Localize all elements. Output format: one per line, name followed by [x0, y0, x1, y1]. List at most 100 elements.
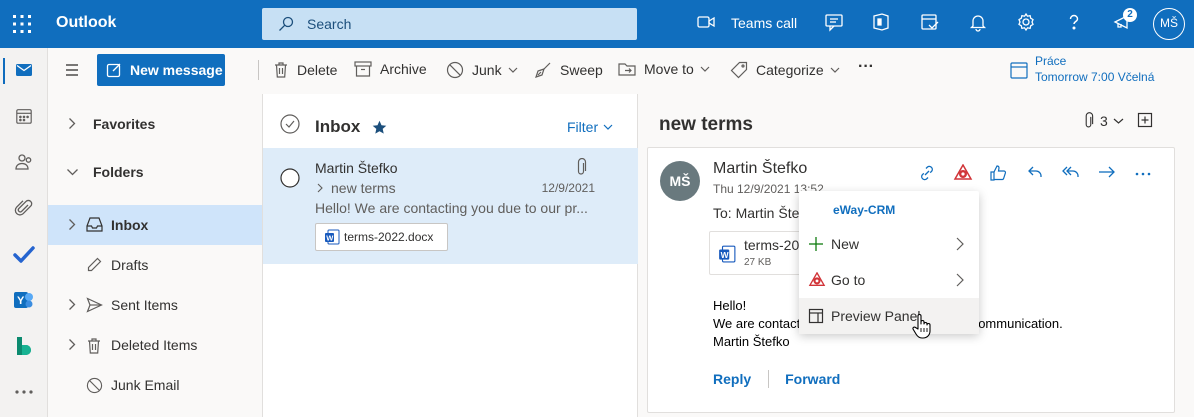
expand-icon[interactable] — [1137, 112, 1153, 128]
star-icon[interactable] — [372, 120, 387, 135]
folder-junk-email[interactable]: Junk Email — [48, 365, 262, 405]
menu-item-new[interactable]: New — [799, 226, 979, 262]
folder-label: Inbox — [111, 217, 149, 233]
mail-sender: Martin Štefko — [315, 160, 398, 176]
bell-icon[interactable] — [968, 12, 988, 32]
todo-app[interactable] — [0, 232, 48, 276]
word-doc-icon: W — [718, 245, 736, 263]
body-line-end: ommunication. — [978, 316, 1063, 331]
eway-crm-menu: eWay-CRM New Go to Preview Panel — [799, 191, 979, 334]
teams-call-icon[interactable] — [696, 12, 716, 32]
select-checkbox[interactable] — [280, 168, 300, 188]
menu-title: eWay-CRM — [833, 203, 896, 217]
chevron-right-icon — [68, 218, 76, 231]
message-list: Inbox Filter Martin Štefko new terms 12/… — [262, 94, 639, 417]
folders-group[interactable]: Folders — [48, 152, 262, 192]
reading-subject: new terms — [659, 114, 753, 135]
office-icon[interactable] — [871, 12, 891, 32]
folder-sent-items[interactable]: Sent Items — [48, 285, 262, 325]
yammer-app[interactable]: Y — [0, 278, 48, 322]
filter-button[interactable]: Filter — [567, 119, 613, 135]
broom-icon — [534, 61, 552, 79]
user-avatar[interactable]: MŠ — [1153, 8, 1185, 40]
favorites-label: Favorites — [93, 116, 156, 132]
folder-inbox[interactable]: Inbox — [48, 205, 262, 245]
sender-name[interactable]: Martin Štefko — [713, 160, 807, 178]
filter-label: Filter — [567, 119, 599, 135]
word-doc-icon: W — [324, 229, 340, 245]
mail-preview: Hello! We are contacting you due to our … — [315, 200, 588, 216]
plus-icon — [808, 236, 824, 252]
attachment-size: 27 KB — [744, 257, 772, 268]
files-app[interactable] — [0, 186, 48, 230]
divider — [258, 60, 259, 80]
more-apps[interactable] — [0, 370, 48, 414]
eway-icon[interactable] — [953, 164, 973, 182]
chevron-down-icon — [603, 124, 613, 130]
categorize-button[interactable]: Categorize — [730, 61, 840, 79]
folder-pane: Favorites Folders Inbox Drafts Sent Item… — [48, 94, 262, 417]
reply-link[interactable]: Reply — [713, 371, 751, 387]
yammer-icon: Y — [13, 289, 35, 311]
folder-label: Drafts — [111, 257, 149, 273]
more-label: ··· — [858, 58, 874, 75]
like-icon[interactable] — [989, 164, 1007, 182]
menu-item-go-to[interactable]: Go to — [799, 262, 979, 298]
search-box[interactable]: Search — [262, 8, 637, 40]
hamburger-icon[interactable] — [64, 63, 80, 77]
chevron-right-icon — [68, 298, 76, 311]
mail-date: 12/9/2021 — [541, 181, 595, 195]
archive-button[interactable]: Archive — [354, 61, 427, 77]
folder-label: Junk Email — [111, 377, 180, 393]
paperclip-icon — [575, 158, 587, 176]
block-icon — [86, 377, 103, 394]
gear-icon[interactable] — [1016, 12, 1036, 32]
new-message-button[interactable]: New message — [97, 54, 225, 86]
app-name[interactable]: Outlook — [56, 14, 116, 32]
help-icon[interactable] — [1064, 12, 1084, 32]
mail-app[interactable] — [0, 48, 48, 92]
people-app[interactable] — [0, 140, 48, 184]
menu-item-label: Go to — [831, 272, 866, 288]
message-list-header: Inbox Filter — [263, 94, 639, 148]
teams-call-label[interactable]: Teams call — [731, 15, 797, 31]
eway-link-icon[interactable] — [918, 164, 936, 182]
more-actions-icon[interactable] — [1135, 172, 1151, 176]
divider — [768, 370, 770, 388]
delete-button[interactable]: Delete — [273, 61, 337, 79]
folder-drafts[interactable]: Drafts — [48, 245, 262, 285]
my-day-icon[interactable] — [920, 12, 940, 32]
more-commands-button[interactable]: ··· — [858, 58, 874, 76]
sender-avatar[interactable]: MŠ — [660, 161, 700, 201]
forward-link[interactable]: Forward — [785, 371, 840, 387]
mail-icon — [14, 60, 34, 80]
panel-icon — [808, 308, 824, 324]
reply-all-icon[interactable] — [1062, 164, 1080, 180]
sweep-button[interactable]: Sweep — [534, 61, 603, 79]
attachment-chip[interactable]: W terms-2022.docx — [315, 223, 448, 251]
trash-icon — [86, 337, 102, 355]
reading-attachment[interactable]: W terms-20 27 KB — [709, 231, 809, 275]
favorites-group[interactable]: Favorites — [48, 104, 262, 144]
list-title: Inbox — [315, 117, 361, 136]
chat-icon[interactable] — [824, 12, 844, 32]
folder-label: Deleted Items — [111, 337, 198, 353]
reply-icon[interactable] — [1027, 164, 1043, 180]
mail-subject: new terms — [331, 180, 396, 196]
files-icon — [14, 198, 34, 218]
calendar-app[interactable] — [0, 94, 48, 138]
select-all-checkbox[interactable] — [280, 114, 300, 134]
mail-list-item[interactable]: Martin Štefko new terms 12/9/2021 Hello!… — [263, 148, 639, 264]
waffle-icon[interactable] — [12, 14, 32, 34]
chevron-right-icon[interactable] — [317, 183, 323, 193]
categorize-label: Categorize — [756, 62, 824, 78]
attachment-count-button[interactable]: 3 — [1083, 112, 1124, 129]
bookings-app[interactable] — [0, 324, 48, 368]
junk-button[interactable]: Junk — [446, 61, 518, 79]
menu-item-preview-panel[interactable]: Preview Panel — [799, 298, 979, 334]
move-to-button[interactable]: Move to — [618, 61, 710, 77]
bookings-icon — [14, 335, 34, 357]
forward-icon[interactable] — [1098, 164, 1116, 180]
folder-deleted-items[interactable]: Deleted Items — [48, 325, 262, 365]
tag-icon — [730, 61, 748, 79]
